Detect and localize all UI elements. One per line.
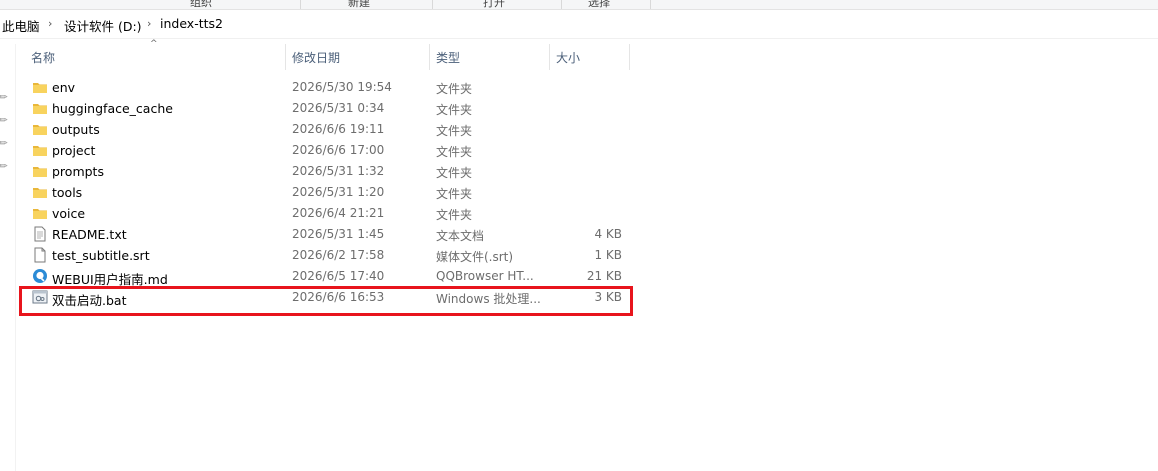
file-type: 文件夹: [436, 187, 473, 201]
file-row[interactable]: README.txt 2026/5/31 1:45 文本文档 4 KB: [26, 224, 1026, 245]
file-size: 4 KB: [594, 227, 622, 241]
folder-icon: [32, 79, 48, 95]
file-type: 文件夹: [436, 124, 473, 138]
navigation-pane-edge: [15, 44, 16, 471]
file-type: 文本文档: [436, 229, 485, 243]
blank-file-icon: [32, 247, 48, 263]
file-name: voice: [52, 206, 86, 221]
file-type: QQBrowser HT...: [436, 269, 534, 283]
folder-row[interactable]: outputs 2026/6/6 19:11 文件夹: [26, 119, 1026, 140]
file-modified-date: 2026/5/31 1:45: [292, 227, 385, 241]
folder-icon: [32, 142, 48, 158]
text-file-icon: [32, 226, 48, 242]
ribbon-divider: [300, 0, 301, 9]
file-type: 文件夹: [436, 103, 473, 117]
folder-icon: [32, 100, 48, 116]
column-divider[interactable]: [549, 44, 550, 70]
ribbon-label-organize[interactable]: 组织: [190, 0, 212, 9]
breadcrumb-chevron-icon[interactable]: ›: [147, 17, 151, 30]
folder-icon: [32, 205, 48, 221]
pin-icon[interactable]: ✎: [0, 160, 11, 174]
file-type: 文件夹: [436, 166, 473, 180]
folder-row[interactable]: env 2026/5/30 19:54 文件夹: [26, 77, 1026, 98]
breadcrumb-chevron-icon[interactable]: ›: [48, 17, 52, 30]
file-type: 文件夹: [436, 208, 473, 222]
file-name: outputs: [52, 122, 100, 137]
folder-row[interactable]: voice 2026/6/4 21:21 文件夹: [26, 203, 1026, 224]
sort-ascending-icon: ^: [150, 39, 158, 49]
file-modified-date: 2026/6/5 17:40: [292, 269, 385, 283]
file-name: tools: [52, 185, 83, 200]
folder-icon: [32, 121, 48, 137]
column-header-type[interactable]: 类型: [436, 44, 460, 72]
file-size: 1 KB: [594, 248, 622, 262]
file-size: 21 KB: [586, 269, 622, 283]
file-modified-date: 2026/6/2 17:58: [292, 248, 385, 262]
breadcrumb-drive-d[interactable]: 设计软件 (D:): [64, 16, 142, 35]
highlight-annotation: [19, 286, 633, 316]
file-type: 文件夹: [436, 145, 473, 159]
file-modified-date: 2026/5/30 19:54: [292, 80, 392, 94]
ribbon-divider: [432, 0, 433, 9]
folder-icon: [32, 184, 48, 200]
pin-icon[interactable]: ✎: [0, 91, 11, 105]
folder-row[interactable]: project 2026/6/6 17:00 文件夹: [26, 140, 1026, 161]
ribbon-label-select[interactable]: 选择: [588, 0, 610, 9]
pin-icon[interactable]: ✎: [0, 114, 11, 128]
ribbon-label-new[interactable]: 新建: [348, 0, 370, 9]
breadcrumb-this-pc[interactable]: 此电脑: [2, 16, 40, 35]
file-type: 媒体文件(.srt): [436, 250, 514, 264]
column-divider[interactable]: [429, 44, 430, 70]
ribbon-label-open[interactable]: 打开: [483, 0, 505, 9]
ribbon-bar: 组织 新建 打开 选择: [0, 0, 1158, 10]
folder-row[interactable]: tools 2026/5/31 1:20 文件夹: [26, 182, 1026, 203]
file-name: README.txt: [52, 227, 127, 242]
file-modified-date: 2026/6/6 17:00: [292, 143, 385, 157]
column-header-size[interactable]: 大小: [556, 44, 580, 72]
file-modified-date: 2026/5/31 1:32: [292, 164, 385, 178]
pin-icon[interactable]: ✎: [0, 137, 11, 151]
column-divider[interactable]: [629, 44, 630, 70]
column-header-date[interactable]: 修改日期: [292, 44, 340, 72]
breadcrumb-current-folder[interactable]: index-tts2: [160, 16, 223, 31]
folder-row[interactable]: prompts 2026/5/31 1:32 文件夹: [26, 161, 1026, 182]
browser-file-icon: [32, 268, 48, 284]
address-divider: [0, 38, 1158, 39]
file-name: huggingface_cache: [52, 101, 173, 116]
column-divider[interactable]: [285, 44, 286, 70]
file-modified-date: 2026/6/4 21:21: [292, 206, 385, 220]
file-modified-date: 2026/6/6 19:11: [292, 122, 385, 136]
file-row[interactable]: test_subtitle.srt 2026/6/2 17:58 媒体文件(.srt…: [26, 245, 1026, 266]
file-modified-date: 2026/5/31 0:34: [292, 101, 385, 115]
ribbon-divider: [561, 0, 562, 9]
folder-icon: [32, 163, 48, 179]
file-name: test_subtitle.srt: [52, 248, 150, 263]
ribbon-divider: [650, 0, 651, 9]
file-name: env: [52, 80, 76, 95]
file-name: project: [52, 143, 96, 158]
column-header-name[interactable]: 名称: [31, 44, 55, 72]
file-name: prompts: [52, 164, 104, 179]
folder-row[interactable]: huggingface_cache 2026/5/31 0:34 文件夹: [26, 98, 1026, 119]
file-modified-date: 2026/5/31 1:20: [292, 185, 385, 199]
file-type: 文件夹: [436, 82, 473, 96]
file-row[interactable]: WEBUI用户指南.md 2026/6/5 17:40 QQBrowser HT..…: [26, 266, 1026, 287]
